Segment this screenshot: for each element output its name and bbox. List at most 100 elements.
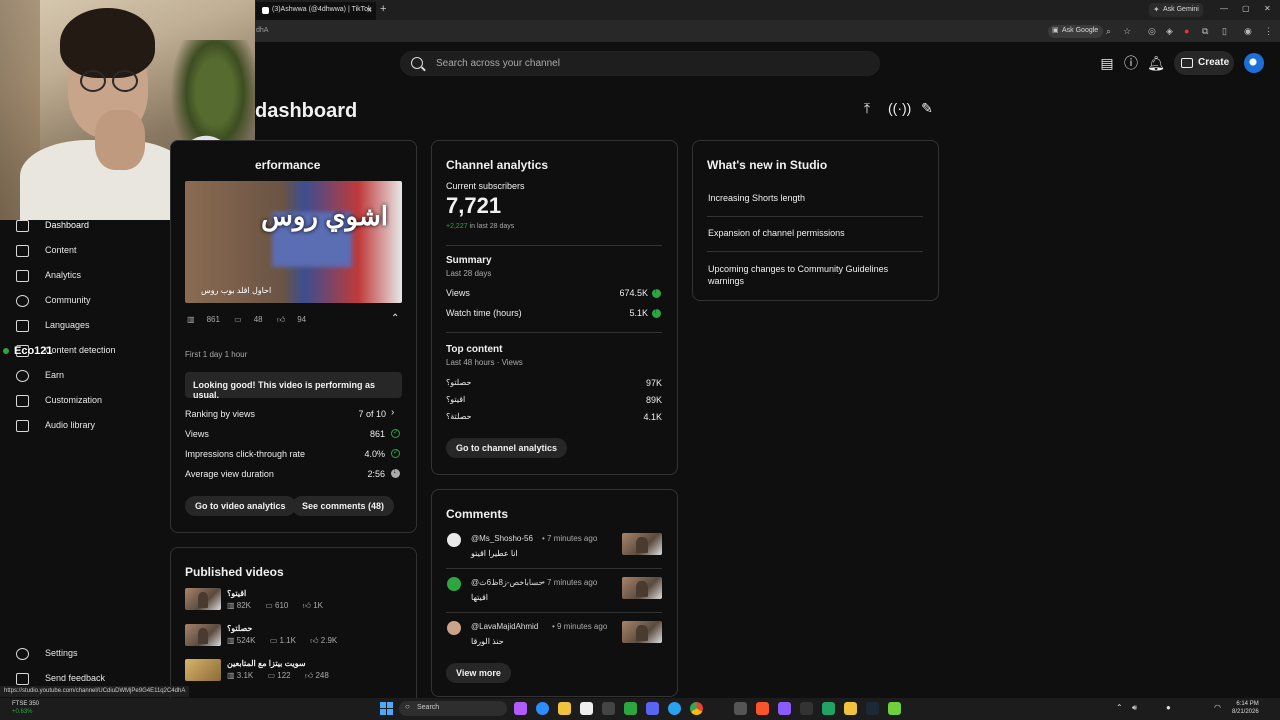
webcam-person-hand	[95, 110, 145, 170]
sidebar-item-audio-library[interactable]: Audio library	[16, 418, 166, 436]
url-text[interactable]: dhA	[256, 27, 268, 34]
avd-value: 2:56	[367, 469, 385, 479]
new-tab-button[interactable]: +	[380, 3, 386, 15]
create-button[interactable]: Create	[1174, 51, 1234, 75]
commenter-avatar[interactable]	[447, 533, 461, 547]
view-more-button[interactable]: View more	[446, 663, 511, 683]
commenter-avatar[interactable]	[447, 577, 461, 591]
search-input[interactable]: Search across your channel	[400, 51, 880, 76]
news-item[interactable]: Increasing Shorts length	[708, 193, 923, 203]
comment-video-thumbnail[interactable]	[622, 577, 662, 599]
notifications-bell-icon[interactable]: 🔔︎	[1147, 54, 1165, 72]
app-icon[interactable]	[778, 702, 791, 715]
extensions-puzzle-icon[interactable]: ⧉	[1202, 26, 1208, 37]
minimize-icon[interactable]: —	[1220, 4, 1228, 13]
video-thumbnail[interactable]	[185, 659, 221, 681]
excel-icon[interactable]	[822, 702, 835, 715]
file-explorer-icon[interactable]	[558, 702, 571, 715]
top-content-item-title[interactable]: اقيتو؟	[446, 395, 465, 404]
sidebar-item-languages[interactable]: Languages	[16, 318, 166, 336]
app-icon[interactable]	[624, 702, 637, 715]
comment-author[interactable]: @LavaMajidAhmid	[471, 622, 538, 631]
sidebar-item-analytics[interactable]: Analytics	[16, 268, 166, 286]
go-live-icon[interactable]: ((·))	[888, 99, 911, 117]
chrome-icon[interactable]	[690, 702, 703, 715]
telegram-icon[interactable]	[668, 702, 681, 715]
extension-icon[interactable]: ◎	[1148, 26, 1156, 37]
video-thumbnail[interactable]: اشوي روس احاول اقلد بوب روس	[185, 181, 402, 303]
browser-tab[interactable]: (3)Ashwwa (@4dhwwa) | TikTok ×	[256, 2, 376, 20]
window-close-icon[interactable]: ✕	[1264, 4, 1271, 13]
video-title[interactable]: اقيتو؟	[227, 589, 246, 598]
mic-icon[interactable]: ●	[1166, 703, 1171, 712]
video-views-count: 861	[206, 315, 220, 324]
video-title[interactable]: سويت بيتزا مع المتابعين	[227, 659, 306, 668]
upload-icon[interactable]: ⤒	[858, 99, 876, 117]
comment-text: حنذ الورقا	[471, 637, 504, 646]
account-avatar[interactable]	[1244, 53, 1264, 73]
sidebar-item-dashboard[interactable]: Dashboard	[16, 218, 166, 236]
comment-author[interactable]: @حساباخص-ز8ظ6ث	[471, 578, 543, 587]
collapse-chevron-icon[interactable]: ⌃	[391, 313, 399, 324]
extension-icon[interactable]: ◈	[1166, 26, 1173, 37]
go-to-channel-analytics-button[interactable]: Go to channel analytics	[446, 438, 568, 458]
brave-icon[interactable]	[756, 702, 769, 715]
maximize-icon[interactable]: ▢	[1242, 4, 1250, 13]
speaker-icon[interactable]: 🔊︎	[1132, 703, 1137, 713]
video-title[interactable]: حصلتو؟	[227, 624, 252, 633]
news-item[interactable]: Expansion of channel permissions	[708, 228, 923, 238]
comments-count: 610	[275, 601, 289, 610]
zoom-icon[interactable]: ⌕	[1106, 26, 1111, 37]
bookmark-star-icon[interactable]: ☆	[1123, 26, 1131, 37]
top-content-item-title[interactable]: حصلتو؟	[446, 378, 471, 387]
app-icon[interactable]	[734, 702, 747, 715]
comment-video-thumbnail[interactable]	[622, 533, 662, 555]
taskbar-search[interactable]: Search	[399, 701, 507, 716]
sidebar-item-earn[interactable]: Earn	[16, 368, 166, 386]
chevron-right-icon[interactable]: ›	[391, 407, 394, 418]
see-comments-button[interactable]: See comments (48)	[292, 496, 395, 516]
sidebar-item-settings[interactable]: Settings	[16, 646, 166, 664]
commenter-avatar[interactable]	[447, 621, 461, 635]
performance-message-text: Looking good! This video is performing a…	[193, 380, 376, 400]
sidebar-item-customization[interactable]: Customization	[16, 393, 166, 411]
tray-chevron-icon[interactable]: ⌃	[1116, 703, 1123, 712]
ask-google-button[interactable]: Ask Google	[1048, 25, 1104, 38]
go-to-video-analytics-button[interactable]: Go to video analytics	[185, 496, 296, 516]
likes-count: 1K	[313, 601, 323, 610]
sidebar-toggle-icon[interactable]: ▯	[1222, 26, 1227, 37]
news-item[interactable]: Upcoming changes to Community Guidelines…	[708, 263, 908, 287]
app-icon[interactable]	[580, 702, 593, 715]
sidebar-item-content[interactable]: Content	[16, 243, 166, 261]
video-thumbnail[interactable]	[185, 624, 221, 646]
sidebar-item-community[interactable]: Community	[16, 293, 166, 311]
video-thumbnail[interactable]	[185, 588, 221, 610]
comment-author[interactable]: @Ms_Shosho-56	[471, 534, 533, 543]
discord-icon[interactable]	[646, 702, 659, 715]
app-icon[interactable]	[602, 702, 615, 715]
app-icon[interactable]	[844, 702, 857, 715]
app-icon[interactable]	[888, 702, 901, 715]
wifi-icon[interactable]: ◠	[1214, 703, 1221, 712]
comment-video-thumbnail[interactable]	[622, 621, 662, 643]
ask-gemini-button[interactable]: Ask Gemini	[1149, 3, 1203, 17]
check-icon	[391, 448, 400, 458]
create-post-icon[interactable]: ✎	[918, 99, 936, 117]
app-icon[interactable]	[514, 702, 527, 715]
taskbar-clock[interactable]: 6:14 PM 8/21/2026	[1232, 700, 1259, 716]
card-title: Published videos	[185, 565, 284, 579]
steam-icon[interactable]	[866, 702, 879, 715]
subtitles-icon[interactable]: ▤	[1098, 54, 1116, 72]
edge-icon[interactable]	[536, 702, 549, 715]
app-icon[interactable]	[800, 702, 813, 715]
top-content-item-title[interactable]: حصلتة؟	[446, 412, 471, 421]
thumbnail-overlay-text: اشوي روس	[261, 201, 388, 231]
close-tab-icon[interactable]: ×	[367, 5, 372, 15]
ranking-label: Ranking by views	[185, 409, 256, 419]
profile-icon[interactable]: ◉	[1244, 26, 1252, 37]
browser-menu-icon[interactable]: ⋮	[1264, 26, 1273, 37]
extension-icon[interactable]: ●	[1184, 26, 1189, 36]
windows-start-icon[interactable]	[380, 702, 393, 715]
stock-ticker-widget[interactable]: FTSE 350 +0.63%	[12, 700, 39, 716]
help-icon[interactable]: ⓘ	[1122, 54, 1140, 72]
